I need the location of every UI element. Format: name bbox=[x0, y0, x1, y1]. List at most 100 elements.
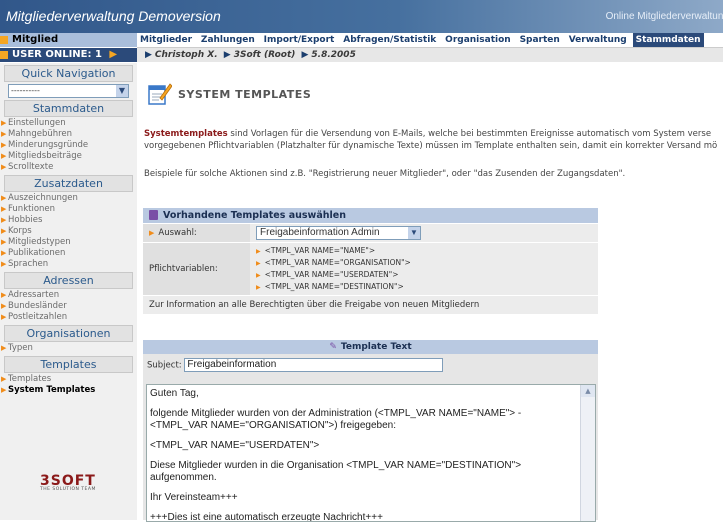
sidebar-item-minderungsgruende[interactable]: ▶ Minderungsgründe bbox=[0, 140, 137, 151]
orange-marker-icon bbox=[0, 36, 8, 44]
bullet-arrow-icon: ▶ bbox=[1, 194, 7, 202]
arrow-right-icon: ▶ bbox=[109, 49, 118, 60]
variable-item: ▶ <TMPL_VAR NAME="ORGANISATION"> bbox=[256, 257, 592, 269]
bullet-arrow-icon: ▶ bbox=[1, 205, 7, 213]
sidebar-item-korps[interactable]: ▶ Korps bbox=[0, 226, 137, 237]
sidebar-item-label: Templates bbox=[8, 374, 52, 384]
menu-item-abfragen-statistik[interactable]: Abfragen/Statistik bbox=[340, 33, 439, 47]
sidebar-item-mitgliedstypen[interactable]: ▶ Mitgliedstypen bbox=[0, 237, 137, 248]
section-quick-navigation: Quick Navigation bbox=[4, 65, 133, 82]
bullet-arrow-icon: ▶ bbox=[149, 229, 155, 237]
menu-item-import-export[interactable]: Import/Export bbox=[261, 33, 338, 47]
sidebar-item-funktionen[interactable]: ▶ Funktionen bbox=[0, 204, 137, 215]
template-selection-title: Vorhandene Templates auswählen bbox=[163, 210, 346, 221]
sidebar-item-system-templates[interactable]: ▶ System Templates bbox=[0, 385, 137, 396]
textarea-scrollbar[interactable]: ▲ bbox=[580, 385, 595, 521]
variable-text: <TMPL_VAR NAME="USERDATEN"> bbox=[264, 270, 399, 279]
menu-item-sparten[interactable]: Sparten bbox=[517, 33, 563, 47]
sidebar-item-postleitzahlen[interactable]: ▶ Postleitzahlen bbox=[0, 312, 137, 323]
stammdaten-list: ▶ Einstellungen ▶ Mahngebühren ▶ Minderungs… bbox=[0, 118, 137, 173]
quick-navigation-select[interactable]: ---------- ▼ bbox=[8, 84, 129, 98]
bullet-arrow-icon: ▶ bbox=[1, 119, 7, 127]
scroll-up-icon[interactable]: ▲ bbox=[581, 385, 595, 397]
sidebar-item-adressarten[interactable]: ▶ Adressarten bbox=[0, 290, 137, 301]
template-select[interactable]: Freigabeinformation Admin ▼ bbox=[256, 226, 421, 240]
bullet-arrow-icon: ▶ bbox=[1, 344, 7, 352]
document-icon bbox=[149, 210, 158, 220]
menu-item-stammdaten[interactable]: Stammdaten bbox=[632, 33, 704, 47]
template-selection-header: Vorhandene Templates auswählen bbox=[143, 208, 598, 223]
menu-item-zahlungen[interactable]: Zahlungen bbox=[198, 33, 258, 47]
sidebar-item-label: Auszeichnungen bbox=[8, 193, 78, 203]
chevron-down-icon[interactable]: ▼ bbox=[116, 85, 128, 97]
bullet-arrow-icon: ▶ bbox=[1, 238, 7, 246]
section-organisationen: Organisationen bbox=[4, 325, 133, 342]
sidebar-item-label: Mitgliedstypen bbox=[8, 237, 71, 247]
body-paragraph: Ihr Vereinsteam+++ bbox=[150, 492, 238, 503]
breadcrumb-arrow-icon: ▶ bbox=[223, 50, 231, 60]
menu-item-organisation[interactable]: Organisation bbox=[442, 33, 514, 47]
sidebar-item-label: System Templates bbox=[8, 385, 96, 395]
bullet-arrow-icon: ▶ bbox=[1, 152, 7, 160]
page-example-text: Beispiele für solche Aktionen sind z.B. … bbox=[144, 169, 626, 179]
pflichtvariablen-label-cell: Pflichtvariablen: bbox=[143, 243, 250, 295]
bullet-arrow-icon: ▶ bbox=[1, 216, 7, 224]
mitglied-header[interactable]: Mitglied bbox=[0, 33, 137, 48]
sidebar-item-scrolltexte[interactable]: ▶ Scrolltexte bbox=[0, 162, 137, 173]
bullet-arrow-icon: ▶ bbox=[1, 291, 7, 299]
company-logo: 3SOFT THE SOLUTION TEAM bbox=[40, 473, 100, 497]
templates-list: ▶ Templates ▶ System Templates bbox=[0, 374, 137, 396]
section-zusatzdaten: Zusatzdaten bbox=[4, 175, 133, 192]
bullet-arrow-icon: ▶ bbox=[1, 386, 7, 394]
bullet-arrow-icon: ▶ bbox=[1, 260, 7, 268]
auswahl-row: ▶ Auswahl: Freigabeinformation Admin ▼ bbox=[143, 223, 598, 242]
chevron-down-icon[interactable]: ▼ bbox=[408, 227, 420, 239]
sidebar-item-mahngebuehren[interactable]: ▶ Mahngebühren bbox=[0, 129, 137, 140]
body-paragraph: folgende Mitglieder wurden von der Admin… bbox=[150, 408, 522, 431]
breadcrumb-user[interactable]: Christoph X. bbox=[155, 50, 218, 60]
sidebar-item-hobbies[interactable]: ▶ Hobbies bbox=[0, 215, 137, 226]
variable-item: ▶ <TMPL_VAR NAME="USERDATEN"> bbox=[256, 269, 592, 281]
sidebar-item-label: Mahngebühren bbox=[8, 129, 73, 139]
sidebar-item-label: Publikationen bbox=[8, 248, 66, 258]
adressen-list: ▶ Adressarten ▶ Bundesländer ▶ Postleitzahl… bbox=[0, 290, 137, 323]
subject-input[interactable]: Freigabeinformation bbox=[184, 358, 444, 372]
pflichtvariablen-label: Pflichtvariablen: bbox=[149, 264, 218, 274]
bullet-arrow-icon: ▶ bbox=[1, 302, 7, 310]
app-title: Mitgliederverwaltung Demoversion bbox=[6, 8, 221, 24]
sidebar-item-publikationen[interactable]: ▶ Publikationen bbox=[0, 248, 137, 259]
menu-item-mitglieder[interactable]: Mitglieder bbox=[137, 33, 195, 47]
left-sidebar: Mitglied USER ONLINE: 1 ▶ Quick Navigati… bbox=[0, 33, 137, 520]
sidebar-item-mitgliedsbeitraege[interactable]: ▶ Mitgliedsbeiträge bbox=[0, 151, 137, 162]
sidebar-item-sprachen[interactable]: ▶ Sprachen bbox=[0, 259, 137, 270]
sidebar-item-typen[interactable]: ▶ Typen bbox=[0, 343, 137, 354]
variable-item: ▶ <TMPL_VAR NAME="NAME"> bbox=[256, 245, 592, 257]
bullet-arrow-icon: ▶ bbox=[256, 284, 261, 291]
sidebar-item-templates[interactable]: ▶ Templates bbox=[0, 374, 137, 385]
bullet-arrow-icon: ▶ bbox=[256, 260, 261, 267]
user-online-header[interactable]: USER ONLINE: 1 ▶ bbox=[0, 48, 137, 63]
sidebar-item-label: Mitgliedsbeiträge bbox=[8, 151, 82, 161]
zusatzdaten-list: ▶ Auszeichnungen ▶ Funktionen ▶ Hobbies ▶ Ko… bbox=[0, 193, 137, 270]
sidebar-item-label: Scrolltexte bbox=[8, 162, 54, 172]
menu-item-verwaltung[interactable]: Verwaltung bbox=[566, 33, 630, 47]
body-paragraph: Guten Tag, bbox=[150, 388, 199, 399]
bullet-arrow-icon: ▶ bbox=[1, 163, 7, 171]
template-body-textarea[interactable]: Guten Tag, folgende Mitglieder wurden vo… bbox=[146, 384, 596, 522]
bullet-arrow-icon: ▶ bbox=[256, 272, 261, 279]
auswahl-value-cell: Freigabeinformation Admin ▼ bbox=[250, 224, 598, 242]
template-select-value: Freigabeinformation Admin bbox=[260, 227, 380, 238]
breadcrumb-org[interactable]: 3Soft (Root) bbox=[234, 50, 296, 60]
sidebar-item-label: Bundesländer bbox=[8, 301, 67, 311]
bullet-arrow-icon: ▶ bbox=[1, 227, 7, 235]
sidebar-item-label: Typen bbox=[8, 343, 33, 353]
variable-item: ▶ <TMPL_VAR NAME="DESTINATION"> bbox=[256, 281, 592, 293]
sidebar-item-bundeslaender[interactable]: ▶ Bundesländer bbox=[0, 301, 137, 312]
sidebar-item-label: Funktionen bbox=[8, 204, 56, 214]
sidebar-item-auszeichnungen[interactable]: ▶ Auszeichnungen bbox=[0, 193, 137, 204]
sidebar-item-einstellungen[interactable]: ▶ Einstellungen bbox=[0, 118, 137, 129]
sidebar-item-label: Korps bbox=[8, 226, 32, 236]
subject-label: Subject: bbox=[147, 360, 182, 371]
template-body-text[interactable]: Guten Tag, folgende Mitglieder wurden vo… bbox=[147, 385, 595, 521]
section-templates: Templates bbox=[4, 356, 133, 373]
